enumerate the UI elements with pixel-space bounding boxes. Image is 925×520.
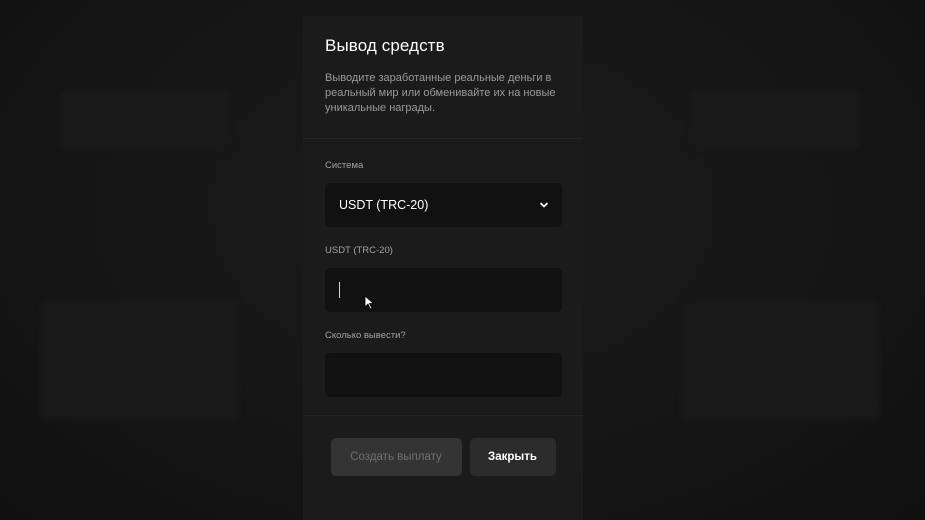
- create-payout-button[interactable]: Создать выплату: [330, 438, 462, 476]
- system-label: Система: [325, 160, 364, 171]
- address-label: USDT (TRC-20): [325, 245, 393, 256]
- background-panel-bottom-right: [680, 300, 880, 420]
- modal-header: Вывод средств Выводите заработанные реал…: [303, 16, 583, 138]
- background-panel-bottom-left: [40, 300, 240, 420]
- background-panel-left: [60, 90, 230, 150]
- background-panel-right: [690, 90, 860, 150]
- text-caret: [339, 282, 340, 298]
- system-select-value: USDT (TRC-20): [339, 198, 429, 212]
- address-input-wrapper: [325, 268, 562, 312]
- close-button[interactable]: Закрыть: [469, 438, 556, 476]
- modal-body: Система USDT (TRC-20) USDT (TRC-20) Скол…: [303, 139, 583, 415]
- modal-title: Вывод средств: [325, 36, 445, 55]
- modal-description: Выводите заработанные реальные деньги в …: [325, 72, 556, 114]
- address-input[interactable]: [325, 268, 562, 312]
- amount-input[interactable]: [325, 353, 562, 397]
- mouse-cursor-icon: [364, 295, 375, 310]
- amount-label: Сколько вывести?: [325, 330, 406, 341]
- modal-footer: Создать выплату Закрыть: [303, 416, 583, 476]
- system-select[interactable]: USDT (TRC-20): [325, 183, 562, 227]
- amount-input-wrapper: [325, 353, 562, 397]
- chevron-down-icon: [540, 202, 548, 208]
- withdraw-modal: Вывод средств Выводите заработанные реал…: [303, 16, 583, 520]
